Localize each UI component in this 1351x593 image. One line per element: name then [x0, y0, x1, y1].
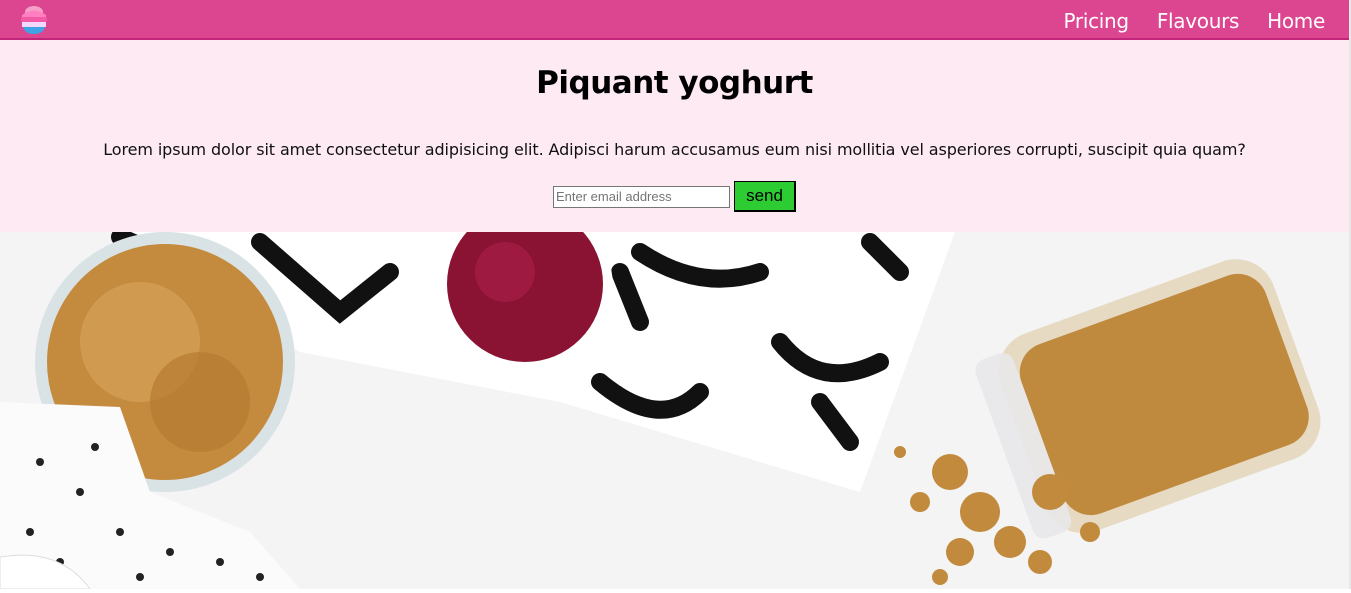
page-title: Piquant yoghurt — [536, 65, 813, 101]
hero-section: Piquant yoghurt Lorem ipsum dolor sit am… — [0, 40, 1349, 232]
nav-link-pricing[interactable]: Pricing — [1064, 9, 1130, 33]
nav-link-home[interactable]: Home — [1267, 9, 1325, 33]
send-button[interactable]: send — [734, 181, 796, 212]
granola-photo — [0, 199, 1349, 590]
navbar: Pricing Flavours Home — [0, 0, 1349, 40]
granola-hero-image — [0, 199, 1349, 590]
email-signup-form: send — [0, 181, 1349, 212]
hero-description: Lorem ipsum dolor sit amet consectetur a… — [103, 140, 1246, 159]
nav-link-flavours[interactable]: Flavours — [1157, 9, 1240, 33]
nav-links: Pricing Flavours Home — [1036, 0, 1326, 38]
email-input[interactable] — [553, 185, 730, 208]
yoghurt-logo-icon[interactable] — [19, 4, 49, 35]
